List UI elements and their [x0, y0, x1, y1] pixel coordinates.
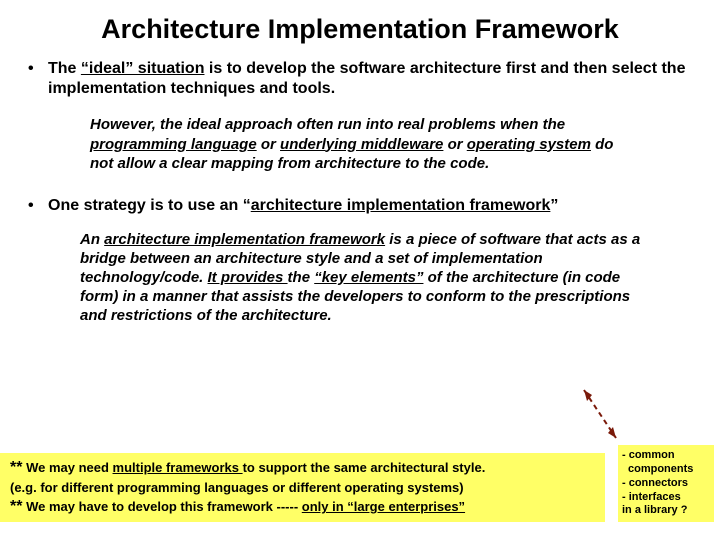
text-underline: architecture implementation framework [251, 197, 551, 214]
footer-note: ** We may need multiple frameworks to su… [0, 453, 605, 522]
asterisks: ** [10, 459, 22, 476]
text-underline: architecture implementation framework [104, 231, 385, 248]
text: ” [550, 197, 558, 214]
text: We may need [22, 460, 112, 475]
text-underline: underlying middleware [280, 136, 443, 153]
sub-paragraph-1: However, the ideal approach often run in… [90, 115, 630, 174]
text-underline: multiple frameworks [113, 460, 243, 475]
text: to support the same architectural style. [243, 460, 486, 475]
text: in a library ? [622, 504, 687, 516]
text: components [622, 463, 693, 475]
text-underline: It provides [208, 269, 288, 286]
text: - connectors [622, 477, 688, 489]
slide-title: Architecture Implementation Framework [28, 14, 692, 45]
text: We may have to develop this framework --… [22, 499, 301, 514]
side-note: - common components - connectors - inter… [618, 445, 714, 522]
bullet-2: •One strategy is to use an “architecture… [28, 196, 692, 216]
text-underline: “key elements” [314, 269, 423, 286]
asterisks: ** [10, 498, 22, 515]
text: However, the ideal approach often run in… [90, 116, 565, 133]
text: or [443, 136, 466, 153]
text: One strategy is to use an [48, 197, 243, 214]
text: or [257, 136, 280, 153]
bullet-dot: • [28, 59, 48, 79]
text-underline: only in “large enterprises” [302, 499, 465, 514]
text: An [80, 231, 104, 248]
text-underline: operating system [467, 136, 591, 153]
bullet-1: •The “ideal” situation is to develop the… [28, 59, 692, 99]
text: - common [622, 449, 675, 461]
arrow-icon [580, 386, 622, 446]
text: (e.g. for different programming language… [10, 480, 464, 495]
bullet-dot: • [28, 196, 48, 216]
text-underline: programming language [90, 136, 257, 153]
text: - interfaces [622, 491, 681, 503]
text: The [48, 60, 81, 77]
text-underline: “ideal” situation [81, 60, 205, 77]
text: the [288, 269, 315, 286]
slide: Architecture Implementation Framework •T… [0, 0, 720, 540]
text: “ [243, 197, 251, 214]
sub-paragraph-2: An architecture implementation framework… [80, 230, 660, 326]
